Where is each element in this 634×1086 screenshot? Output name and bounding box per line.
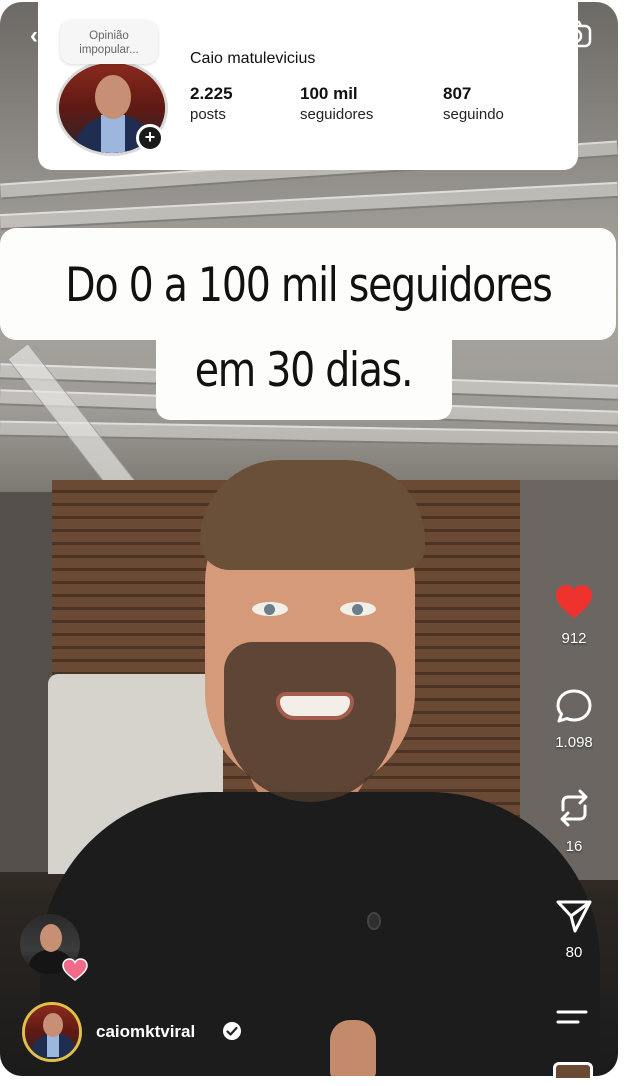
menu-icon[interactable] [556,1006,588,1028]
stat-posts: 2.225 posts [190,84,233,123]
repost-icon [560,789,588,827]
share-button[interactable]: 80 [548,898,600,961]
heart-badge-icon [62,958,88,981]
presenter-hair [200,460,425,570]
author-avatar[interactable] [22,1002,82,1062]
note-bubble[interactable]: Opinião impopular... [60,20,158,64]
author-username[interactable]: caiomktviral [96,1022,195,1042]
comment-icon [556,689,592,723]
stat-followers-value: 100 mil [300,84,358,103]
like-button[interactable]: 912 [548,584,600,647]
stone-wall-left [0,492,55,872]
heart-icon [556,585,592,618]
comment-count: 1.098 [555,734,593,751]
presenter-hand [330,1020,376,1076]
share-icon [556,900,592,933]
back-arrow-icon[interactable]: ‹ [30,22,38,50]
caption-line-1: Do 0 a 100 mil seguidores [0,228,616,340]
stat-following[interactable]: 807 seguindo [443,84,504,123]
presenter-eye-right [340,602,376,616]
verified-icon [223,1022,241,1040]
repost-count: 16 [565,838,583,855]
stat-posts-label: posts [190,106,226,123]
caption-line-2: em 30 dias. [156,336,452,420]
like-count: 912 [561,630,587,647]
note-bubble-text: Opinião impopular... [79,30,139,56]
audio-thumbnail[interactable] [553,1062,593,1078]
caption-line-2-text: em 30 dias. [195,343,414,398]
repost-button[interactable]: 16 [548,788,600,855]
stat-following-label: seguindo [443,106,504,123]
presenter-mouth [276,692,354,720]
stat-following-value: 807 [443,84,472,103]
profile-name[interactable]: Caio matulevicius [190,50,315,68]
share-count: 80 [565,944,583,961]
stat-posts-value: 2.225 [190,84,233,103]
add-story-badge[interactable]: + [136,124,164,152]
stat-followers[interactable]: 100 mil seguidores [300,84,373,123]
comment-button[interactable]: 1.098 [548,688,600,751]
caption-line-1-text: Do 0 a 100 mil seguidores [64,258,552,313]
presenter-eye-left [252,602,288,616]
stat-followers-label: seguidores [300,106,374,123]
lapel-microphone [367,912,381,930]
